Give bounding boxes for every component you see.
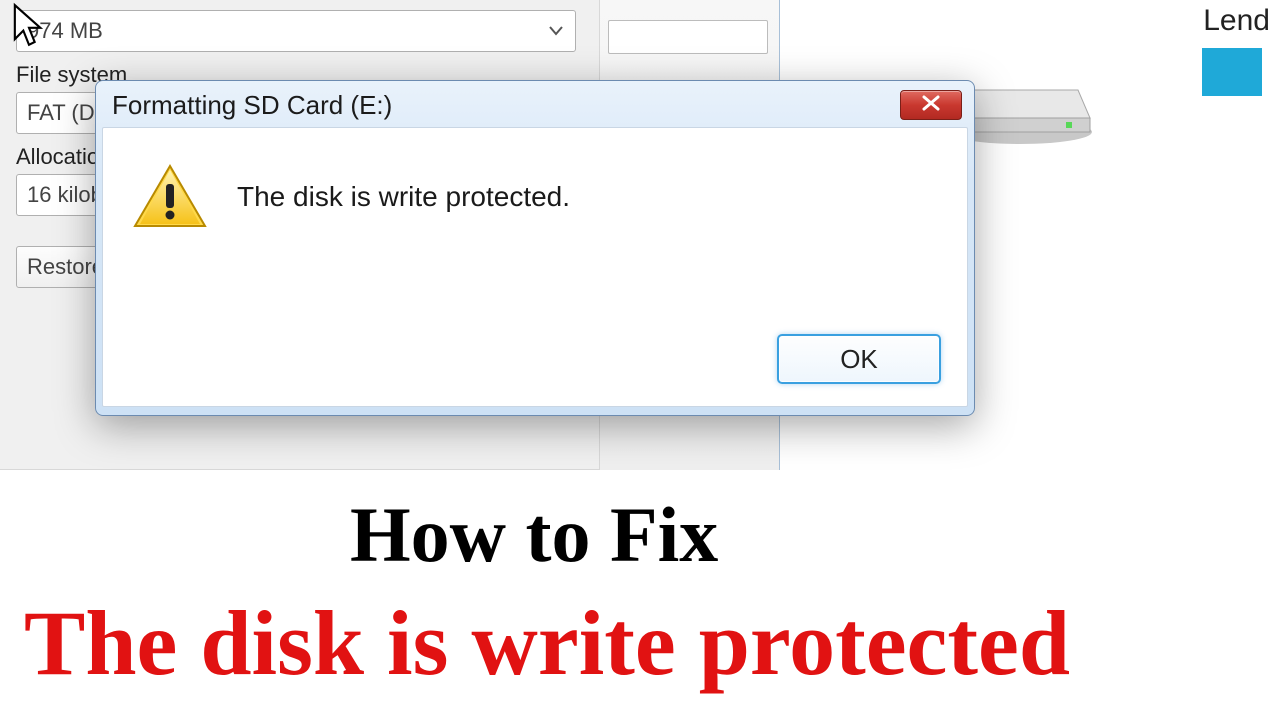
close-button[interactable] — [900, 90, 962, 120]
media-icon — [1202, 48, 1262, 96]
error-message: The disk is write protected. — [237, 181, 570, 213]
dialog-title: Formatting SD Card (E:) — [112, 90, 900, 121]
error-dialog: Formatting SD Card (E:) — [95, 80, 975, 416]
dialog-body: The disk is write protected. OK — [102, 127, 968, 407]
dialog-titlebar[interactable]: Formatting SD Card (E:) — [102, 87, 968, 123]
search-input[interactable] — [608, 20, 768, 54]
capacity-combo[interactable]: 974 MB — [16, 10, 576, 52]
tutorial-caption-line1: How to Fix — [350, 490, 718, 580]
cursor-icon — [12, 2, 46, 48]
ok-button[interactable]: OK — [777, 334, 941, 384]
tutorial-caption-line2: The disk is write protected — [24, 590, 1070, 696]
ok-label: OK — [840, 344, 878, 375]
chevron-down-icon — [539, 13, 573, 49]
warning-icon — [133, 164, 207, 230]
close-icon — [921, 95, 941, 116]
drive-label: Lend — [1203, 4, 1270, 38]
